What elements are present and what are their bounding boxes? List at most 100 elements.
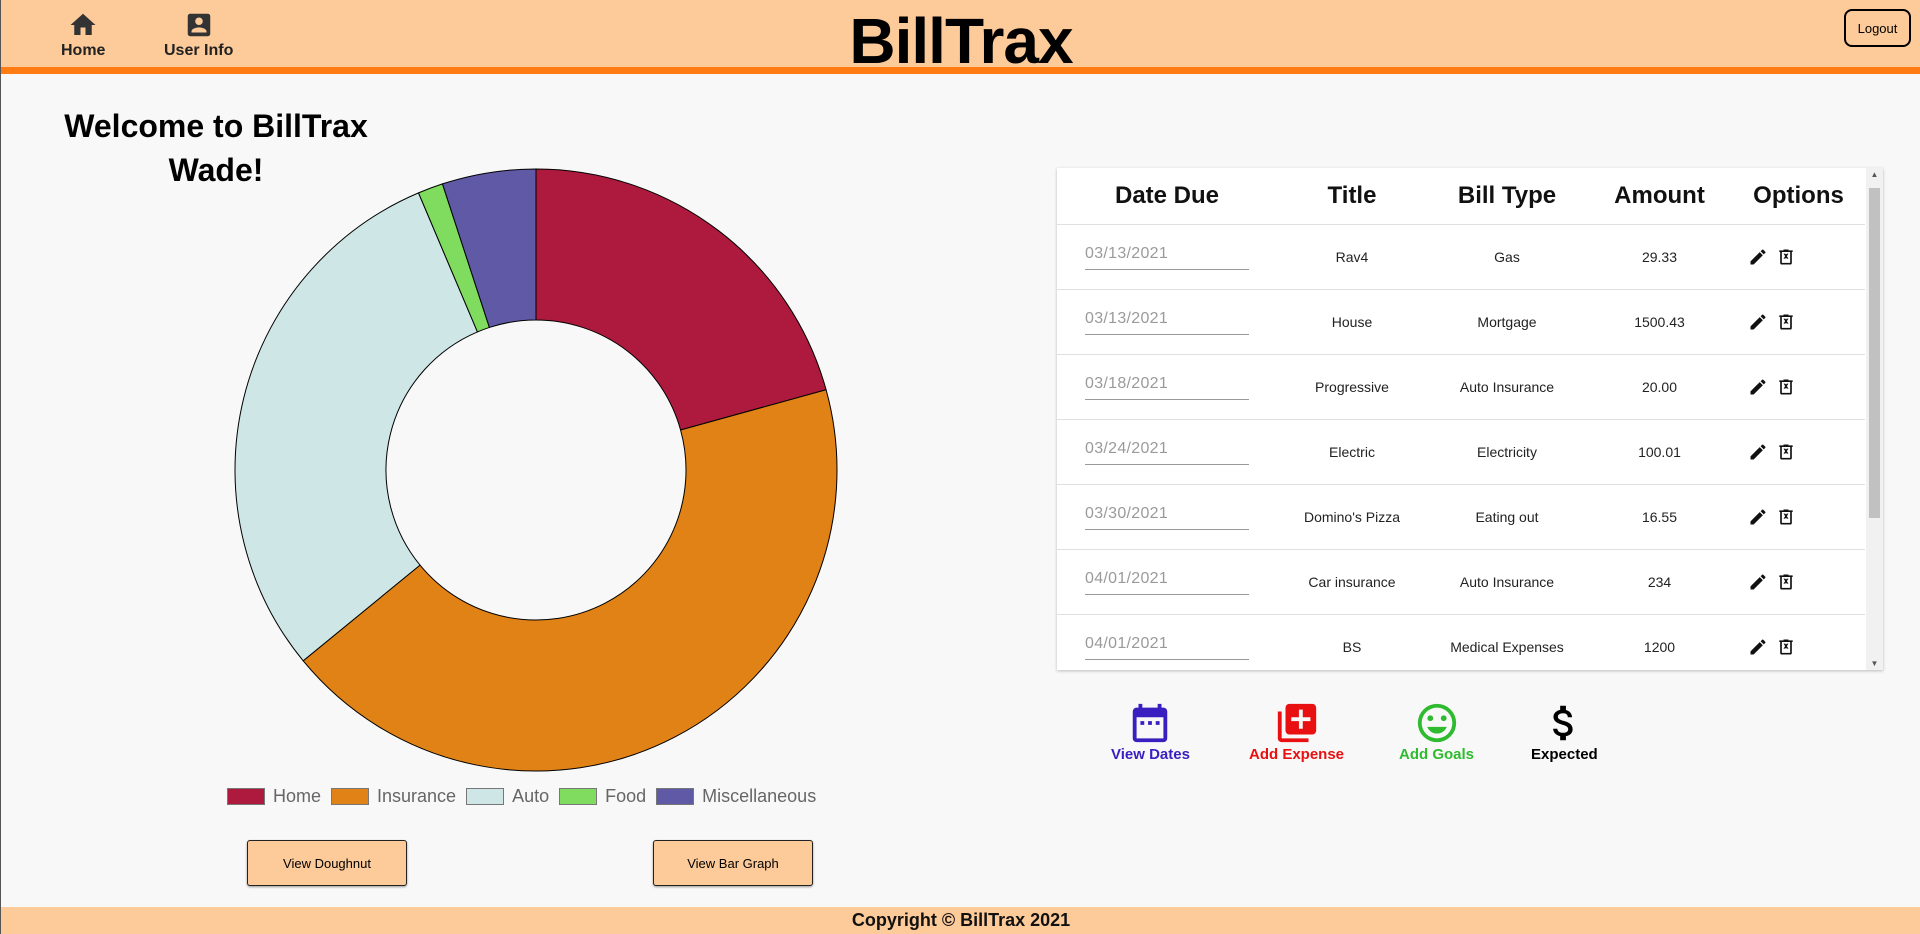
legend-item-insurance[interactable]: Insurance bbox=[331, 786, 456, 807]
legend-swatch-auto bbox=[466, 788, 505, 805]
table-row: 04/01/2021 BS Medical Expenses 1200 bbox=[1057, 615, 1865, 670]
delete-icon[interactable] bbox=[1776, 442, 1796, 462]
scroll-down-arrow[interactable]: ▼ bbox=[1866, 659, 1883, 668]
app-header: Home User Info BillTrax Logout bbox=[1, 0, 1920, 77]
row-options bbox=[1732, 312, 1865, 332]
legend-item-auto[interactable]: Auto bbox=[466, 786, 549, 807]
doughnut-chart bbox=[234, 168, 838, 772]
date-cell: 03/18/2021 bbox=[1057, 375, 1277, 400]
brand-title: BillTrax bbox=[849, 5, 1073, 77]
date-due-input[interactable]: 03/24/2021 bbox=[1085, 440, 1249, 465]
delete-icon[interactable] bbox=[1776, 637, 1796, 657]
delete-icon[interactable] bbox=[1776, 312, 1796, 332]
table-row: 03/30/2021 Domino's Pizza Eating out 16.55 bbox=[1057, 485, 1865, 550]
bill-type-cell: Electricity bbox=[1477, 444, 1537, 460]
date-cell: 04/01/2021 bbox=[1057, 570, 1277, 595]
logout-button[interactable]: Logout bbox=[1844, 9, 1911, 47]
edit-icon[interactable] bbox=[1748, 572, 1768, 592]
chart-legend: Home Insurance Auto Food Miscellaneous bbox=[227, 786, 826, 807]
legend-item-food[interactable]: Food bbox=[559, 786, 646, 807]
date-cell: 04/01/2021 bbox=[1057, 635, 1277, 660]
date-cell: 03/13/2021 bbox=[1057, 310, 1277, 335]
options-cell bbox=[1732, 442, 1865, 462]
edit-icon[interactable] bbox=[1748, 377, 1768, 397]
table-row: 03/18/2021 Progressive Auto Insurance 20.00 bbox=[1057, 355, 1865, 420]
legend-swatch-insurance bbox=[331, 788, 370, 805]
row-options bbox=[1732, 247, 1865, 267]
legend-item-home[interactable]: Home bbox=[227, 786, 321, 807]
smiley-icon bbox=[1417, 703, 1456, 743]
amount-cell: 20.00 bbox=[1641, 379, 1678, 395]
delete-icon[interactable] bbox=[1776, 247, 1796, 267]
expected-label: Expected bbox=[1531, 746, 1598, 763]
title-cell: Electric bbox=[1329, 444, 1375, 460]
legend-swatch-home bbox=[227, 788, 265, 805]
view-bar-graph-button[interactable]: View Bar Graph bbox=[653, 840, 813, 886]
legend-item-miscellaneous[interactable]: Miscellaneous bbox=[656, 786, 816, 807]
doughnut-slice-home[interactable] bbox=[535, 168, 827, 431]
table-rows: 03/13/2021 Rav4 Gas 29.33 03/13/2021 House Mor… bbox=[1057, 225, 1865, 670]
edit-icon[interactable] bbox=[1748, 247, 1768, 267]
bills-table: Date Due Title Bill Type Amount Options … bbox=[1057, 168, 1883, 670]
delete-icon[interactable] bbox=[1776, 377, 1796, 397]
view-dates-button[interactable]: View Dates bbox=[1111, 700, 1190, 763]
edit-icon[interactable] bbox=[1748, 507, 1768, 527]
title-cell: Domino's Pizza bbox=[1303, 509, 1401, 525]
options-cell bbox=[1732, 312, 1865, 332]
dollar-icon bbox=[1553, 705, 1573, 741]
title-cell: Car insurance bbox=[1308, 574, 1396, 590]
bill-type-cell: Medical Expenses bbox=[1450, 639, 1564, 655]
legend-label-miscellaneous: Miscellaneous bbox=[702, 786, 817, 806]
expected-button[interactable]: Expected bbox=[1531, 700, 1598, 763]
footer-copyright: Copyright © BillTrax 2021 bbox=[1, 907, 1920, 934]
scroll-thumb[interactable] bbox=[1869, 188, 1880, 518]
header-amount: Amount bbox=[1614, 182, 1705, 209]
row-options bbox=[1732, 637, 1865, 657]
view-doughnut-button[interactable]: View Doughnut bbox=[247, 840, 407, 886]
table-row: 04/01/2021 Car insurance Auto Insurance 234 bbox=[1057, 550, 1865, 615]
bill-type-cell: Mortgage bbox=[1477, 314, 1537, 330]
table-row: 03/13/2021 Rav4 Gas 29.33 bbox=[1057, 225, 1865, 290]
row-options bbox=[1732, 507, 1865, 527]
date-due-input[interactable]: 03/18/2021 bbox=[1085, 375, 1249, 400]
table-row: 03/24/2021 Electric Electricity 100.01 bbox=[1057, 420, 1865, 485]
date-cell: 03/13/2021 bbox=[1057, 245, 1277, 270]
options-cell bbox=[1732, 377, 1865, 397]
date-due-input[interactable]: 03/13/2021 bbox=[1085, 245, 1249, 270]
delete-icon[interactable] bbox=[1776, 572, 1796, 592]
date-due-input[interactable]: 04/01/2021 bbox=[1085, 635, 1249, 660]
options-cell bbox=[1732, 507, 1865, 527]
header-date-due: Date Due bbox=[1114, 182, 1220, 209]
edit-icon[interactable] bbox=[1748, 312, 1768, 332]
scroll-up-arrow[interactable]: ▲ bbox=[1866, 170, 1883, 179]
options-cell bbox=[1732, 572, 1865, 592]
legend-label-insurance: Insurance bbox=[377, 786, 457, 806]
date-due-input[interactable]: 03/13/2021 bbox=[1085, 310, 1249, 335]
amount-cell: 100.01 bbox=[1638, 444, 1681, 460]
title-cell: Progressive bbox=[1315, 379, 1389, 395]
legend-swatch-miscellaneous bbox=[656, 788, 695, 805]
date-cell: 03/24/2021 bbox=[1057, 440, 1277, 465]
welcome-line-1: Welcome to BillTrax bbox=[64, 108, 368, 144]
table-scrollbar[interactable]: ▲ ▼ bbox=[1866, 168, 1883, 670]
add-expense-icon bbox=[1277, 703, 1316, 743]
bill-type-cell: Auto Insurance bbox=[1459, 379, 1555, 395]
options-cell bbox=[1732, 247, 1865, 267]
row-options bbox=[1732, 377, 1865, 397]
date-cell: 03/30/2021 bbox=[1057, 505, 1277, 530]
add-expense-button[interactable]: Add Expense bbox=[1249, 700, 1344, 763]
legend-label-auto: Auto bbox=[512, 786, 550, 806]
title-cell: BS bbox=[1342, 639, 1362, 655]
date-due-input[interactable]: 03/30/2021 bbox=[1085, 505, 1249, 530]
delete-icon[interactable] bbox=[1776, 507, 1796, 527]
table-row: 03/13/2021 House Mortgage 1500.43 bbox=[1057, 290, 1865, 355]
add-goals-button[interactable]: Add Goals bbox=[1399, 700, 1474, 763]
edit-icon[interactable] bbox=[1748, 637, 1768, 657]
date-due-input[interactable]: 04/01/2021 bbox=[1085, 570, 1249, 595]
legend-label-food: Food bbox=[605, 786, 647, 806]
bill-type-cell: Gas bbox=[1494, 249, 1520, 265]
edit-icon[interactable] bbox=[1748, 442, 1768, 462]
add-goals-label: Add Goals bbox=[1399, 746, 1475, 763]
row-options bbox=[1732, 572, 1865, 592]
title-cell: House bbox=[1331, 314, 1373, 330]
